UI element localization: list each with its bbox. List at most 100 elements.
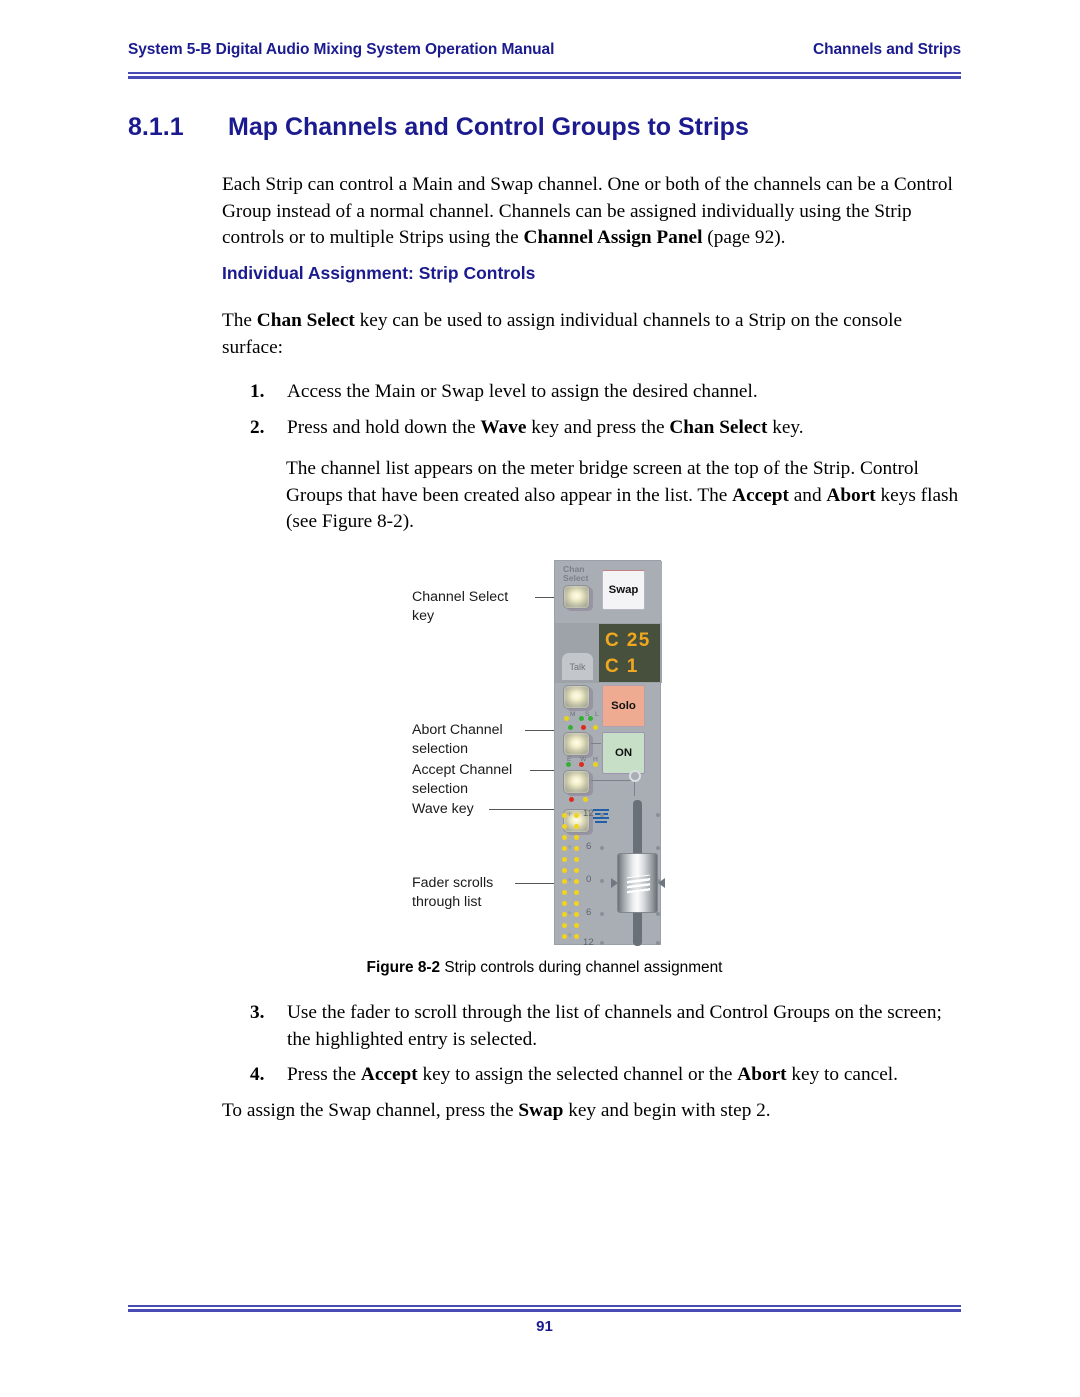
step-segment-bold: Wave [480,417,527,438]
chan-select-lead: The [222,310,257,331]
swap-button[interactable]: Swap [602,570,645,610]
step-text: Use the fader to scroll through the list… [287,1000,966,1053]
subheading: Individual Assignment: Strip Controls [222,263,536,283]
page-title: 8.1.1 Map Channels and Control Groups to … [128,113,749,142]
step-segment: key to cancel. [786,1064,898,1085]
callout-wave-key: Wave key [412,800,474,819]
abort-key[interactable] [563,732,590,756]
intro-text-bold: Channel Assign Panel [523,227,703,248]
meter-tick-6-top: 6 [586,841,592,852]
running-head: System 5-B Digital Audio Mixing System O… [128,41,961,59]
step-segment: Press the [287,1064,361,1085]
step-segment-bold: Abort [737,1064,787,1085]
accept-connector-drop [634,780,636,796]
figure-caption: Figure 8-2 Strip controls during channel… [128,959,961,977]
meter-tick-12-top: 12 [583,808,594,819]
step-segment-bold: Accept [360,1064,418,1085]
section-title: Map Channels and Control Groups to Strip… [228,113,749,141]
intro-paragraph: Each Strip can control a Main and Swap c… [222,172,964,252]
step-segment: key. [767,417,804,438]
fader-grip-texture [627,874,650,894]
led-label-l: L [595,711,599,718]
solo-button[interactable]: Solo [602,685,645,727]
footer-rule [128,1305,961,1312]
list-item: 2. Press and hold down the Wave key and … [250,415,966,442]
step-segment: key to assign the selected channel or th… [417,1064,738,1085]
step-segment: key and press the [526,417,670,438]
page-number: 91 [536,1318,553,1335]
step-number: 4. [250,1064,265,1085]
figure-caption-text: Strip controls during channel assignment [440,959,723,976]
running-head-left: System 5-B Digital Audio Mixing System O… [128,41,555,58]
step-number: 3. [250,1002,265,1023]
rotary-encoder-ring[interactable] [629,770,641,782]
callout-line2: key [412,607,435,624]
console-strip-graphic: Chan Select Swap C 25 C 1 Talk Solo M S [554,560,665,948]
display-line-1: C 25 [605,630,651,651]
led-red-1 [581,725,587,731]
callout-channel-select-key: Channel Select key [412,588,508,625]
led-green-1 [568,725,574,731]
chan-select-label-line2: Select [563,573,589,584]
step-segment: Access the Main or Swap level to assign … [287,381,758,402]
meter-tick-12-bottom: 12 [583,937,594,948]
talk-tab[interactable]: Talk [562,653,593,680]
callout-line1: Fader scrolls [412,875,494,891]
step-number: 2. [250,417,265,438]
led-yellow-2 [593,762,599,768]
figure-strip-controls: Channel Select key Abort Channel selecti… [404,552,804,952]
step-text: Press and hold down the Wave key and pre… [287,415,966,442]
callout-line1: Wave key [412,801,474,817]
swap-note-paragraph: To assign the Swap channel, press the Sw… [222,1098,964,1125]
running-head-right: Channels and Strips [813,41,961,58]
solo-assign-key[interactable] [563,685,590,709]
accept-key[interactable] [563,770,590,794]
step-segment-bold: Chan Select [669,417,768,438]
leader-line-wave [489,803,571,816]
channel-list-bold-accept: Accept [732,484,789,506]
chan-select-paragraph: The Chan Select key can be used to assig… [222,308,964,361]
led-s [579,716,585,722]
led-label-m: M [570,711,576,718]
callout-accept-channel-selection: Accept Channel selection [412,761,512,798]
display-line-2: C 1 [605,656,639,677]
meter-tick-6-bottom: 6 [586,907,592,918]
chan-select-label: Chan Select [563,564,589,584]
chan-select-bold: Chan Select [256,310,355,331]
step-text: Press the Accept key to assign the selec… [287,1062,966,1089]
step-segment: Press and hold down the [287,417,481,438]
swap-note-seg1: To assign the Swap channel, press the [222,1100,519,1121]
figure-caption-label: Figure 8-2 [366,959,441,976]
chan-select-key[interactable] [563,585,590,609]
led-yellow-3 [583,797,589,803]
led-l [588,716,594,722]
on-button[interactable]: ON [602,732,645,774]
led-yellow-1 [593,725,599,731]
led-red-2 [579,762,585,768]
abort-connector-line [591,743,601,745]
list-item: 3. Use the fader to scroll through the l… [250,1000,966,1053]
callout-line1: Accept Channel [412,762,513,778]
step-text: Access the Main or Swap level to assign … [287,379,966,406]
list-item: 1. Access the Main or Swap level to assi… [250,379,966,406]
callout-line2: selection [412,740,468,757]
swap-note-seg2: key and begin with step 2. [563,1100,771,1121]
led-green-2 [566,762,572,768]
callout-fader-scrolls: Fader scrolls through list [412,874,493,911]
channel-display: C 25 C 1 [599,624,660,682]
fader-knob[interactable] [617,853,658,913]
callout-abort-channel-selection: Abort Channel selection [412,721,503,758]
header-rule [128,72,961,79]
led-red-3 [569,797,575,803]
callout-line1: Channel Select [412,589,509,605]
channel-list-bold-abort: Abort [826,484,876,506]
led-m [564,716,570,722]
fader-pointer-right-icon [658,878,665,888]
meter-tick-0: 0 [586,874,592,885]
step-number: 1. [250,381,265,402]
channel-list-seg2: and [788,484,827,506]
callout-line2: selection [412,780,468,797]
swap-note-bold: Swap [518,1100,564,1121]
accept-connector-line [591,780,635,782]
list-item: 4. Press the Accept key to assign the se… [250,1062,966,1089]
